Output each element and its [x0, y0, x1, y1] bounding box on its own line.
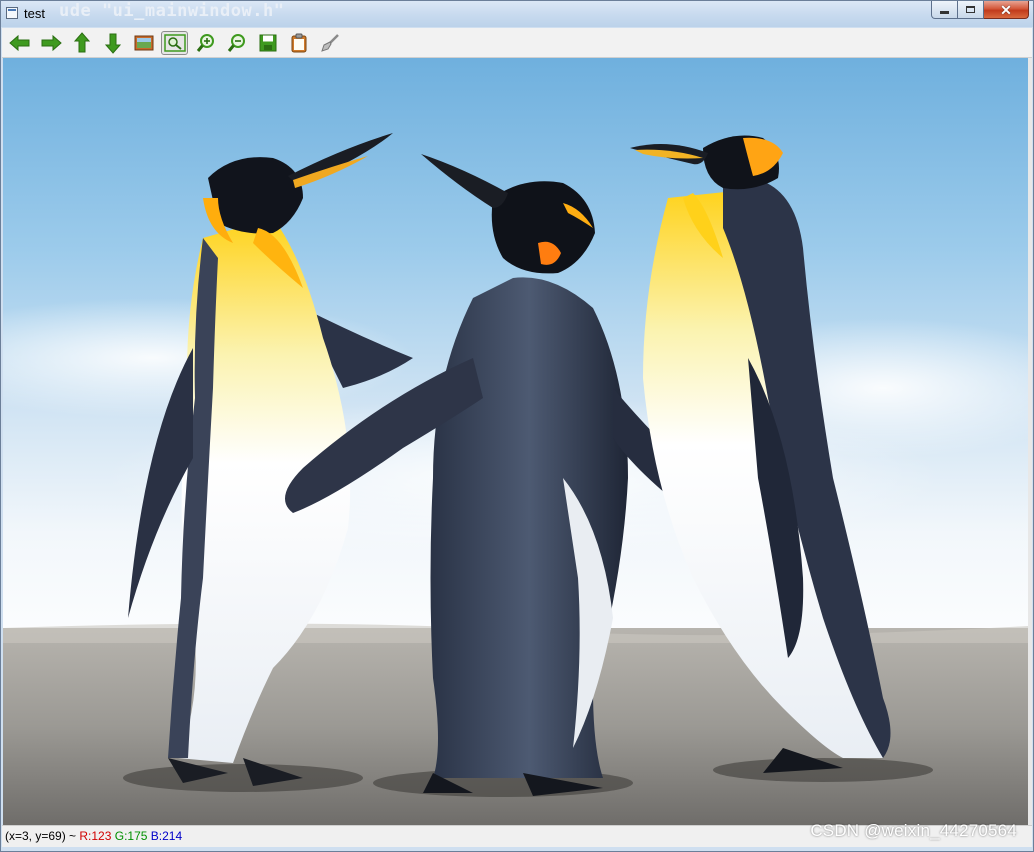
pan-left-button[interactable]	[6, 31, 33, 55]
arrow-down-icon	[104, 33, 121, 54]
close-icon: ✕	[1000, 1, 1012, 18]
image-viewport[interactable]	[3, 58, 1028, 825]
toolbar	[2, 28, 1032, 58]
zoom-select-button[interactable]	[161, 30, 188, 55]
brush-icon	[320, 33, 339, 52]
zoom-rect-icon	[163, 33, 186, 52]
save-button[interactable]	[254, 31, 281, 55]
clipboard-icon	[291, 33, 306, 52]
status-green-value: G:175	[114, 829, 148, 843]
properties-button[interactable]	[316, 31, 343, 55]
arrow-left-icon	[8, 34, 29, 51]
pan-right-button[interactable]	[37, 31, 64, 55]
fit-image-button[interactable]	[130, 31, 157, 55]
penguins-image	[3, 58, 1028, 825]
zoom-out-icon	[227, 33, 245, 52]
status-coordinates: (x=3, y=69) ~	[5, 829, 80, 843]
pan-down-button[interactable]	[99, 31, 126, 55]
minimize-icon	[940, 11, 949, 14]
arrow-up-icon	[73, 31, 90, 52]
app-window: test ude "ui_mainwindow.h" ✕ (x=3, y=69)…	[0, 0, 1034, 852]
background-code-text: ude "ui_mainwindow.h"	[59, 1, 285, 21]
maximize-icon	[966, 6, 975, 13]
zoom-in-icon	[196, 33, 214, 52]
status-blue-value: B:214	[150, 829, 183, 843]
status-red-value: R:123	[79, 829, 112, 843]
minimize-button[interactable]	[931, 1, 958, 19]
title-bar[interactable]: test ude "ui_mainwindow.h" ✕	[1, 1, 1033, 27]
arrow-right-icon	[41, 34, 62, 51]
image-icon	[134, 35, 153, 50]
window-icon	[6, 7, 18, 19]
copy-button[interactable]	[285, 31, 312, 55]
zoom-out-button[interactable]	[223, 31, 250, 55]
zoom-in-button[interactable]	[192, 31, 219, 55]
watermark-text: CSDN @weixin_44270564	[810, 821, 1017, 840]
pan-up-button[interactable]	[68, 31, 95, 55]
window-title: test	[24, 6, 45, 21]
vertical-scrollbar[interactable]	[1028, 58, 1032, 825]
close-button[interactable]: ✕	[984, 1, 1029, 19]
maximize-button[interactable]	[958, 1, 984, 19]
floppy-icon	[259, 34, 276, 51]
